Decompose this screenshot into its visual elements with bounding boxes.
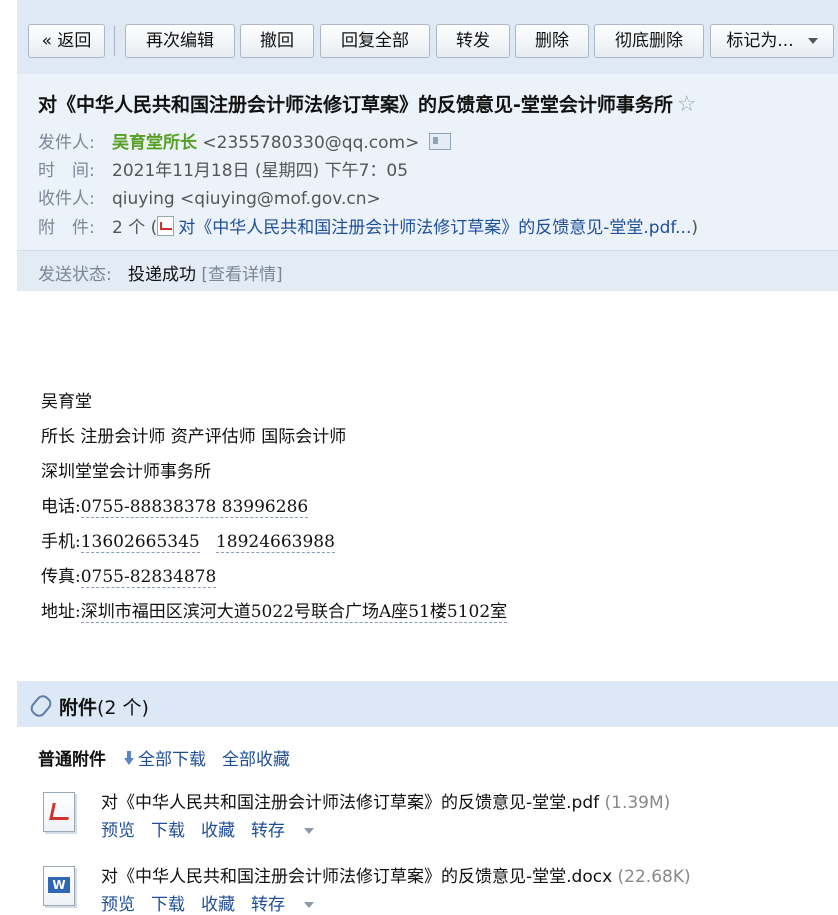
attachment-section-title: 附件(2 个) <box>59 693 149 720</box>
save-to-dropdown[interactable]: 转存 <box>251 895 330 915</box>
from-label: 发件人: <box>38 133 95 153</box>
attachment-actions: 预览 下载 收藏 转存 <box>101 890 330 915</box>
subject-text: 对《中华人民共和国注册会计师法修订草案》的反馈意见-堂堂会计师事务所 <box>38 94 673 116</box>
mail-toolbar: « 返回 再次编辑 撤回 回复全部 转发 删除 彻底删除 标记为... <box>17 0 838 74</box>
time-row: 时 间: 2021年11月18日 (星期四) 下午7：05 <box>38 156 408 181</box>
mobile-label: 手机: <box>41 532 81 552</box>
back-button[interactable]: « 返回 <box>28 24 105 58</box>
attachment-close-paren: ) <box>691 218 698 238</box>
time-label: 时 间: <box>38 161 95 181</box>
recipient[interactable]: qiuying <qiuying@mof.gov.cn> <box>112 189 381 209</box>
address-text[interactable]: 深圳市福田区滨河大道5022号联合广场A座51楼5102室 <box>80 602 508 623</box>
chevron-down-icon <box>304 902 314 908</box>
delete-button[interactable]: 删除 <box>515 24 589 58</box>
signature-fax: 传真:0755-82834878 <box>41 565 507 600</box>
attachment-link[interactable]: 对《中华人民共和国注册会计师法修订草案》的反馈意见-堂堂.pdf... <box>178 218 691 238</box>
chevron-down-icon <box>304 828 314 834</box>
file-name-text: 对《中华人民共和国注册会计师法修订草案》的反馈意见-堂堂.pdf <box>101 793 600 813</box>
fax-number[interactable]: 0755-82834878 <box>80 567 217 588</box>
file-name-text: 对《中华人民共和国注册会计师法修订草案》的反馈意见-堂堂.docx <box>101 867 613 887</box>
pdf-file-icon[interactable] <box>43 792 77 832</box>
signature-phone: 电话:0755-88838378 83996286 <box>41 495 507 530</box>
reedit-button[interactable]: 再次编辑 <box>125 24 235 58</box>
collect-link[interactable]: 收藏 <box>201 821 235 841</box>
view-details-link[interactable]: [查看详情] <box>201 265 282 285</box>
signature-company: 深圳堂堂会计师事务所 <box>41 462 211 482</box>
contact-card-icon[interactable] <box>429 132 452 150</box>
collect-all-link[interactable]: 全部收藏 <box>222 750 290 770</box>
paperclip-icon <box>27 692 55 720</box>
chevron-down-icon <box>807 38 818 44</box>
download-link[interactable]: 下载 <box>151 821 185 841</box>
attachment-title-count: (2 个) <box>97 697 149 719</box>
attachment-count: 2 个 ( <box>112 218 158 238</box>
attachment-label: 附 件: <box>38 218 95 238</box>
mail-read-page: « 返回 再次编辑 撤回 回复全部 转发 删除 彻底删除 标记为... 对《中华… <box>17 0 838 915</box>
recall-button[interactable]: 撤回 <box>240 24 314 58</box>
reply-all-button[interactable]: 回复全部 <box>320 24 430 58</box>
sent-time: 2021年11月18日 (星期四) 下午7：05 <box>112 161 409 181</box>
file-size: (1.39M) <box>604 793 671 813</box>
attachment-actions: 预览 下载 收藏 转存 <box>101 816 330 841</box>
mobile-number-1[interactable]: 13602665345 <box>80 532 200 553</box>
normal-attachments-label: 普通附件 <box>38 750 106 770</box>
delivery-status-bar: 发送状态: 投递成功 [查看详情] <box>17 250 838 291</box>
mark-as-label: 标记为... <box>726 31 794 51</box>
fax-label: 传真: <box>41 567 81 587</box>
attachment-file-name[interactable]: 对《中华人民共和国注册会计师法修订草案》的反馈意见-堂堂.pdf (1.39M) <box>101 788 670 813</box>
signature-name: 吴育堂 <box>41 392 92 412</box>
mark-as-dropdown[interactable]: 标记为... <box>710 24 834 58</box>
signature-mobile: 手机:13602665345 18924663988 <box>41 530 507 565</box>
status-value: 投递成功 <box>128 265 196 285</box>
to-label: 收件人: <box>38 189 95 209</box>
signature-address: 地址:深圳市福田区滨河大道5022号联合广场A座51楼5102室 <box>41 600 508 635</box>
save-to-label: 转存 <box>251 821 285 841</box>
toolbar-separator <box>114 26 115 56</box>
pdf-icon <box>157 216 175 236</box>
word-file-icon[interactable]: W <box>43 866 77 906</box>
attachment-row: 附 件: 2 个 ( 对《中华人民共和国注册会计师法修订草案》的反馈意见-堂堂.pd… <box>38 213 698 238</box>
from-row: 发件人: 吴育堂所长 <2355780330@qq.com> <box>38 128 452 153</box>
attachment-actions-bar: 普通附件 全部下载 全部收藏 <box>38 745 306 770</box>
collect-link[interactable]: 收藏 <box>201 895 235 915</box>
delete-permanently-button[interactable]: 彻底删除 <box>594 24 704 58</box>
preview-link[interactable]: 预览 <box>101 895 135 915</box>
preview-link[interactable]: 预览 <box>101 821 135 841</box>
status-row: 发送状态: 投递成功 [查看详情] <box>38 260 283 285</box>
sender-name[interactable]: 吴育堂所长 <box>112 133 197 153</box>
mobile-number-2[interactable]: 18924663988 <box>215 532 335 553</box>
attachment-title-text: 附件 <box>59 697 98 719</box>
star-icon[interactable]: ☆ <box>677 92 697 117</box>
save-to-dropdown[interactable]: 转存 <box>251 821 330 841</box>
phone-label: 电话: <box>41 497 81 517</box>
download-all-link[interactable]: 全部下载 <box>138 750 206 770</box>
attachment-file-name[interactable]: 对《中华人民共和国注册会计师法修订草案》的反馈意见-堂堂.docx (22.68… <box>101 862 691 887</box>
status-label: 发送状态: <box>38 265 112 285</box>
attachment-section-header: 附件(2 个) <box>17 681 838 727</box>
address-label: 地址: <box>41 602 81 622</box>
mail-subject: 对《中华人民共和国注册会计师法修订草案》的反馈意见-堂堂会计师事务所 ☆ <box>38 90 697 117</box>
pdf-glyph <box>49 803 72 820</box>
phone-number[interactable]: 0755-88838378 83996286 <box>80 497 309 518</box>
mail-body: 吴育堂 所长 注册会计师 资产评估师 国际会计师 深圳堂堂会计师事务所 电话:0… <box>41 390 508 635</box>
sender-email: <2355780330@qq.com> <box>202 133 420 153</box>
signature-title: 所长 注册会计师 资产评估师 国际会计师 <box>41 427 347 447</box>
file-size: (22.68K) <box>617 867 691 887</box>
download-icon <box>124 751 134 765</box>
forward-button[interactable]: 转发 <box>436 24 510 58</box>
download-link[interactable]: 下载 <box>151 895 185 915</box>
word-glyph: W <box>48 877 70 893</box>
to-row: 收件人: qiuying <qiuying@mof.gov.cn> <box>38 184 381 209</box>
save-to-label: 转存 <box>251 895 285 915</box>
mail-header: 对《中华人民共和国注册会计师法修订草案》的反馈意见-堂堂会计师事务所 ☆ 发件人:… <box>17 74 838 291</box>
